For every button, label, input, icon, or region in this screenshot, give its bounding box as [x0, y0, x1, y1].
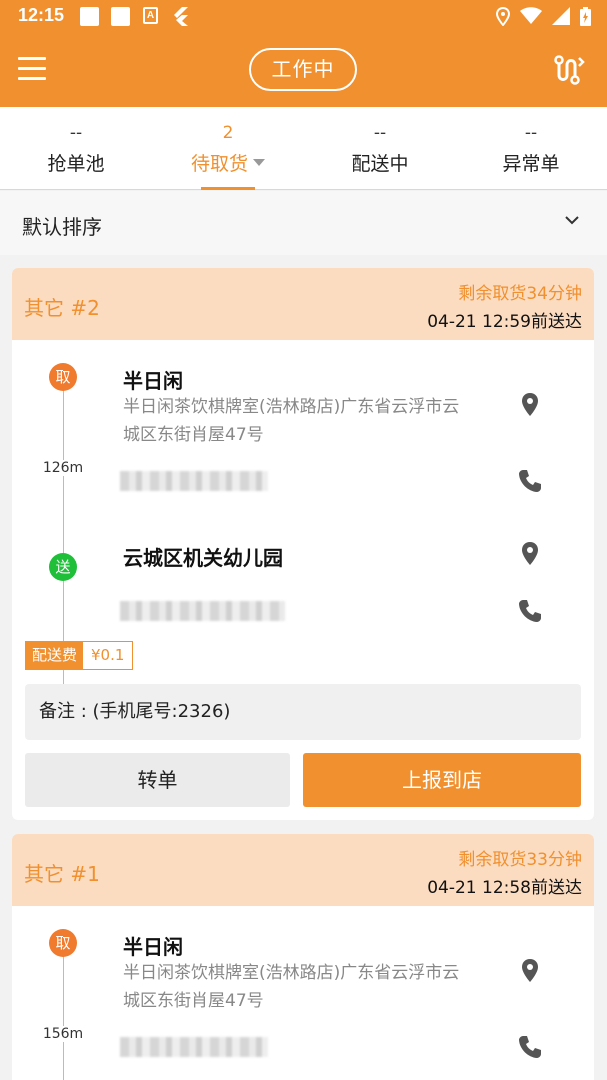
- notification-icon: [111, 7, 130, 26]
- phone-icon[interactable]: [515, 596, 545, 626]
- pickup-remaining-time: 剩余取货33分钟: [458, 850, 582, 870]
- delivery-deadline: 04-21 12:59前送达: [427, 312, 582, 332]
- phone-icon[interactable]: [515, 1032, 545, 1062]
- tab-label-wrap: 待取货: [152, 149, 304, 176]
- battery-icon: [580, 6, 591, 26]
- distance-label: 126m: [33, 460, 93, 476]
- cellular-icon: [552, 7, 570, 25]
- caret-down-icon: [253, 159, 265, 166]
- location-pin-icon[interactable]: [515, 956, 545, 986]
- order-card-header: 其它 #1 剩余取货33分钟 04-21 12:58前送达: [12, 834, 594, 906]
- order-tabs: -- 抢单池 2 待取货 -- 配送中 -- 异常单: [0, 107, 607, 190]
- status-bar: 12:15 A: [0, 0, 607, 33]
- sort-label: 默认排序: [22, 215, 102, 239]
- location-pin-icon[interactable]: [515, 539, 545, 569]
- tab-label: 配送中: [351, 153, 409, 175]
- tab-count: --: [373, 123, 387, 143]
- active-tab-indicator: [201, 187, 255, 190]
- order-card-header: 其它 #2 剩余取货34分钟 04-21 12:59前送达: [12, 268, 594, 340]
- delivery-deadline: 04-21 12:58前送达: [427, 878, 582, 898]
- system-icons: [496, 6, 591, 26]
- tab-label: 待取货: [190, 153, 248, 175]
- pickup-address: 半日闲茶饮棋牌室(浩林路店)广东省云浮市云城区东街肖屋47号: [123, 963, 460, 1011]
- route-line: [63, 954, 64, 1080]
- chevron-down-icon: [565, 216, 579, 225]
- transfer-order-button[interactable]: 转单: [25, 753, 290, 807]
- work-status-toggle[interactable]: 工作中: [249, 48, 357, 91]
- delivery-badge: 送: [49, 553, 77, 581]
- route-icon[interactable]: [553, 55, 585, 85]
- wifi-icon: [520, 7, 542, 24]
- phone-icon[interactable]: [515, 466, 545, 496]
- delivery-fee-label: 配送费: [26, 642, 84, 669]
- tab-count: 2: [222, 123, 234, 143]
- location-status-icon: [496, 6, 510, 26]
- delivery-fee-badge: 配送费 ¥0.1: [25, 641, 134, 670]
- app-bar: 工作中: [0, 33, 607, 107]
- tab-pending-pickup[interactable]: 2 待取货: [152, 107, 304, 190]
- tab-grab-pool[interactable]: -- 抢单池: [0, 107, 152, 190]
- order-tag: 其它 #2: [24, 296, 100, 320]
- pickup-badge: 取: [49, 929, 77, 957]
- flutter-icon: [174, 7, 188, 26]
- pickup-shop-name: 半日闲: [123, 935, 183, 959]
- distance-label: 156m: [33, 1026, 93, 1042]
- order-card: 其它 #1 剩余取货33分钟 04-21 12:58前送达 取 156m 半日闲…: [12, 834, 594, 1080]
- notification-icon: [80, 7, 99, 26]
- report-arrival-button[interactable]: 上报到店: [303, 753, 581, 807]
- delivery-fee-value: ¥0.1: [91, 646, 125, 664]
- menu-icon[interactable]: [18, 57, 46, 81]
- masked-phone-number: [120, 1037, 268, 1057]
- pickup-shop-name: 半日闲: [123, 369, 183, 393]
- order-tag: 其它 #1: [24, 862, 100, 886]
- pickup-remaining-time: 剩余取货34分钟: [458, 284, 582, 304]
- delivery-destination-name: 云城区机关幼儿园: [123, 546, 283, 570]
- sort-dropdown[interactable]: 默认排序: [0, 191, 607, 255]
- pickup-address: 半日闲茶饮棋牌室(浩林路店)广东省云浮市云城区东街肖屋47号: [123, 397, 460, 445]
- order-remark: 备注 : (手机尾号:2326): [25, 684, 581, 740]
- tab-label: 异常单: [502, 153, 560, 175]
- order-card: 其它 #2 剩余取货34分钟 04-21 12:59前送达 取 126m 送 半…: [12, 268, 594, 820]
- status-time: 12:15: [18, 5, 65, 25]
- tab-count: --: [524, 123, 538, 143]
- tab-count: --: [69, 123, 83, 143]
- location-pin-icon[interactable]: [515, 390, 545, 420]
- masked-phone-number: [120, 471, 268, 491]
- tab-delivering[interactable]: -- 配送中: [304, 107, 456, 190]
- app-notification-icon: A: [143, 7, 158, 24]
- tab-exceptions[interactable]: -- 异常单: [455, 107, 607, 190]
- masked-phone-number: [120, 601, 285, 621]
- pickup-badge: 取: [49, 363, 77, 391]
- tab-label: 抢单池: [47, 153, 105, 175]
